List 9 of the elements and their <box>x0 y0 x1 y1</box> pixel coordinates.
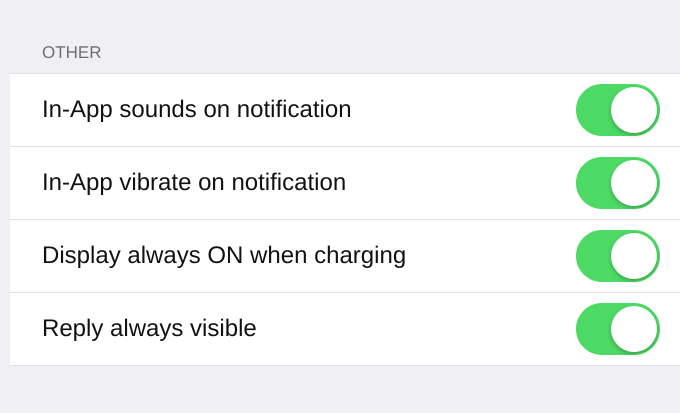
setting-label: In-App vibrate on notification <box>42 169 346 197</box>
toggle-switch[interactable] <box>576 230 660 282</box>
setting-label: In-App sounds on notification <box>42 96 352 124</box>
toggle-switch[interactable] <box>576 84 660 136</box>
toggle-switch[interactable] <box>576 303 660 355</box>
section-header: OTHER <box>41 42 102 64</box>
setting-label: Reply always visible <box>42 315 257 343</box>
setting-label: Display always ON when charging <box>42 242 406 270</box>
toggle-switch[interactable] <box>576 157 660 209</box>
